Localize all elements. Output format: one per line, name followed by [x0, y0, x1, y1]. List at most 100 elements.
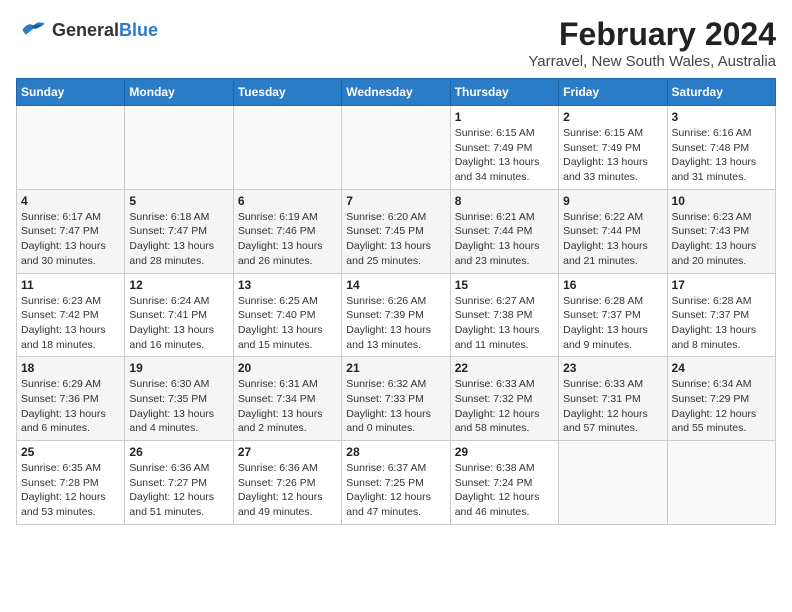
day-number: 18 [21, 361, 120, 375]
calendar-day-cell: 10 Sunrise: 6:23 AM Sunset: 7:43 PM Dayli… [667, 189, 775, 273]
calendar-day-cell: 24Sunrise: 6:34 AM Sunset: 7:29 PM Dayli… [667, 357, 775, 441]
day-info: Sunrise: 6:15 AM Sunset: 7:49 PM Dayligh… [563, 126, 662, 185]
day-info: Sunrise: 6:15 AM Sunset: 7:49 PM Dayligh… [455, 126, 554, 185]
day-number: 15 [455, 278, 554, 292]
day-info: Sunrise: 6:24 AM Sunset: 7:41 PM Dayligh… [129, 294, 228, 353]
day-info: Sunrise: 6:19 AM Sunset: 7:46 PM Dayligh… [238, 210, 337, 269]
day-number: 17 [672, 278, 771, 292]
logo-bird-icon [16, 16, 48, 44]
day-header-tuesday: Tuesday [233, 79, 341, 106]
day-number: 19 [129, 361, 228, 375]
day-number: 5 [129, 194, 228, 208]
day-info: Sunrise: 6:33 AM Sunset: 7:31 PM Dayligh… [563, 377, 662, 436]
calendar-day-cell: 3 Sunrise: 6:16 AM Sunset: 7:48 PM Daylig… [667, 106, 775, 190]
calendar-day-cell: 9Sunrise: 6:22 AM Sunset: 7:44 PM Daylig… [559, 189, 667, 273]
calendar-day-cell [125, 106, 233, 190]
calendar-header-row: SundayMondayTuesdayWednesdayThursdayFrid… [17, 79, 776, 106]
calendar-week-row: 11 Sunrise: 6:23 AM Sunset: 7:42 PM Dayli… [17, 273, 776, 357]
day-info: Sunrise: 6:23 AM Sunset: 7:42 PM Dayligh… [21, 294, 120, 353]
day-number: 13 [238, 278, 337, 292]
day-number: 8 [455, 194, 554, 208]
calendar-day-cell: 21 Sunrise: 6:32 AM Sunset: 7:33 PM Dayli… [342, 357, 450, 441]
calendar-day-cell: 15 Sunrise: 6:27 AM Sunset: 7:38 PM Dayli… [450, 273, 558, 357]
day-header-wednesday: Wednesday [342, 79, 450, 106]
calendar-day-cell: 17Sunrise: 6:28 AM Sunset: 7:37 PM Dayli… [667, 273, 775, 357]
day-number: 3 [672, 110, 771, 124]
calendar-day-cell: 23 Sunrise: 6:33 AM Sunset: 7:31 PM Dayli… [559, 357, 667, 441]
calendar-day-cell: 28 Sunrise: 6:37 AM Sunset: 7:25 PM Dayli… [342, 441, 450, 525]
calendar-day-cell: 27Sunrise: 6:36 AM Sunset: 7:26 PM Dayli… [233, 441, 341, 525]
calendar-day-cell: 19 Sunrise: 6:30 AM Sunset: 7:35 PM Dayli… [125, 357, 233, 441]
calendar-day-cell: 12 Sunrise: 6:24 AM Sunset: 7:41 PM Dayli… [125, 273, 233, 357]
calendar-day-cell: 20Sunrise: 6:31 AM Sunset: 7:34 PM Dayli… [233, 357, 341, 441]
calendar-week-row: 18 Sunrise: 6:29 AM Sunset: 7:36 PM Dayli… [17, 357, 776, 441]
calendar-day-cell [667, 441, 775, 525]
calendar-day-cell [342, 106, 450, 190]
day-info: Sunrise: 6:31 AM Sunset: 7:34 PM Dayligh… [238, 377, 337, 436]
day-info: Sunrise: 6:30 AM Sunset: 7:35 PM Dayligh… [129, 377, 228, 436]
day-number: 27 [238, 445, 337, 459]
day-number: 23 [563, 361, 662, 375]
day-info: Sunrise: 6:29 AM Sunset: 7:36 PM Dayligh… [21, 377, 120, 436]
calendar-day-cell: 16Sunrise: 6:28 AM Sunset: 7:37 PM Dayli… [559, 273, 667, 357]
calendar-day-cell: 26 Sunrise: 6:36 AM Sunset: 7:27 PM Dayli… [125, 441, 233, 525]
day-number: 28 [346, 445, 445, 459]
calendar-day-cell: 5 Sunrise: 6:18 AM Sunset: 7:47 PM Daylig… [125, 189, 233, 273]
day-header-sunday: Sunday [17, 79, 125, 106]
logo: GeneralBlue [16, 16, 158, 44]
day-number: 1 [455, 110, 554, 124]
month-year-title: February 2024 [528, 16, 776, 53]
calendar-day-cell: 6 Sunrise: 6:19 AM Sunset: 7:46 PM Daylig… [233, 189, 341, 273]
day-info: Sunrise: 6:33 AM Sunset: 7:32 PM Dayligh… [455, 377, 554, 436]
day-info: Sunrise: 6:36 AM Sunset: 7:27 PM Dayligh… [129, 461, 228, 520]
day-number: 10 [672, 194, 771, 208]
day-number: 21 [346, 361, 445, 375]
calendar-week-row: 4 Sunrise: 6:17 AM Sunset: 7:47 PM Daylig… [17, 189, 776, 273]
day-info: Sunrise: 6:23 AM Sunset: 7:43 PM Dayligh… [672, 210, 771, 269]
day-number: 22 [455, 361, 554, 375]
calendar-day-cell: 7Sunrise: 6:20 AM Sunset: 7:45 PM Daylig… [342, 189, 450, 273]
calendar-week-row: 1 Sunrise: 6:15 AM Sunset: 7:49 PM Daylig… [17, 106, 776, 190]
day-number: 26 [129, 445, 228, 459]
calendar-table: SundayMondayTuesdayWednesdayThursdayFrid… [16, 78, 776, 525]
day-number: 14 [346, 278, 445, 292]
day-info: Sunrise: 6:37 AM Sunset: 7:25 PM Dayligh… [346, 461, 445, 520]
calendar-day-cell: 14 Sunrise: 6:26 AM Sunset: 7:39 PM Dayli… [342, 273, 450, 357]
calendar-day-cell [17, 106, 125, 190]
calendar-day-cell: 18 Sunrise: 6:29 AM Sunset: 7:36 PM Dayli… [17, 357, 125, 441]
calendar-day-cell: 13 Sunrise: 6:25 AM Sunset: 7:40 PM Dayli… [233, 273, 341, 357]
day-info: Sunrise: 6:25 AM Sunset: 7:40 PM Dayligh… [238, 294, 337, 353]
day-number: 9 [563, 194, 662, 208]
day-number: 4 [21, 194, 120, 208]
day-info: Sunrise: 6:17 AM Sunset: 7:47 PM Dayligh… [21, 210, 120, 269]
location-subtitle: Yarravel, New South Wales, Australia [528, 53, 776, 70]
calendar-day-cell: 11 Sunrise: 6:23 AM Sunset: 7:42 PM Dayli… [17, 273, 125, 357]
title-block: February 2024 Yarravel, New South Wales,… [528, 16, 776, 70]
day-number: 24 [672, 361, 771, 375]
day-number: 7 [346, 194, 445, 208]
calendar-week-row: 25 Sunrise: 6:35 AM Sunset: 7:28 PM Dayli… [17, 441, 776, 525]
page-header: GeneralBlue February 2024 Yarravel, New … [16, 16, 776, 70]
day-header-monday: Monday [125, 79, 233, 106]
day-number: 25 [21, 445, 120, 459]
logo-text: GeneralBlue [52, 20, 158, 41]
calendar-day-cell: 25 Sunrise: 6:35 AM Sunset: 7:28 PM Dayli… [17, 441, 125, 525]
day-number: 29 [455, 445, 554, 459]
day-number: 11 [21, 278, 120, 292]
calendar-day-cell: 4 Sunrise: 6:17 AM Sunset: 7:47 PM Daylig… [17, 189, 125, 273]
day-info: Sunrise: 6:27 AM Sunset: 7:38 PM Dayligh… [455, 294, 554, 353]
day-number: 12 [129, 278, 228, 292]
day-info: Sunrise: 6:26 AM Sunset: 7:39 PM Dayligh… [346, 294, 445, 353]
day-header-thursday: Thursday [450, 79, 558, 106]
day-info: Sunrise: 6:32 AM Sunset: 7:33 PM Dayligh… [346, 377, 445, 436]
day-info: Sunrise: 6:18 AM Sunset: 7:47 PM Dayligh… [129, 210, 228, 269]
day-info: Sunrise: 6:16 AM Sunset: 7:48 PM Dayligh… [672, 126, 771, 185]
calendar-day-cell: 29 Sunrise: 6:38 AM Sunset: 7:24 PM Dayli… [450, 441, 558, 525]
day-header-saturday: Saturday [667, 79, 775, 106]
day-info: Sunrise: 6:28 AM Sunset: 7:37 PM Dayligh… [563, 294, 662, 353]
day-info: Sunrise: 6:38 AM Sunset: 7:24 PM Dayligh… [455, 461, 554, 520]
day-info: Sunrise: 6:35 AM Sunset: 7:28 PM Dayligh… [21, 461, 120, 520]
calendar-day-cell: 1 Sunrise: 6:15 AM Sunset: 7:49 PM Daylig… [450, 106, 558, 190]
day-info: Sunrise: 6:21 AM Sunset: 7:44 PM Dayligh… [455, 210, 554, 269]
day-number: 6 [238, 194, 337, 208]
